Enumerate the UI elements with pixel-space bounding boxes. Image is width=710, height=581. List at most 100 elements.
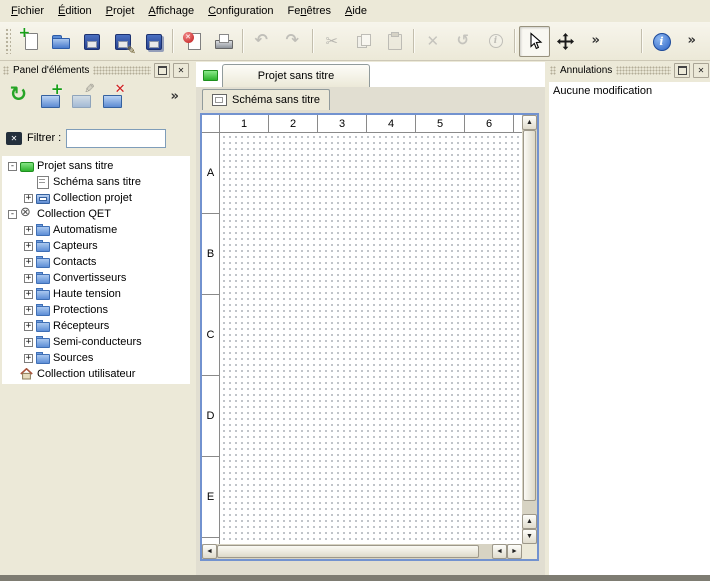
- print-button[interactable]: [208, 26, 239, 57]
- open-file-icon: [50, 31, 72, 51]
- print-icon: [213, 31, 235, 51]
- pan-mode-button[interactable]: [550, 26, 581, 57]
- schema-view: 123456 ABCDE ▲ ▲ ▼ ◄ ◄ ►: [200, 113, 539, 561]
- edit-element-button[interactable]: [66, 83, 97, 112]
- project-window-icon[interactable]: [203, 70, 218, 81]
- folder-icon: [36, 256, 50, 268]
- tree-item-convertisseurs[interactable]: +Convertisseurs: [2, 270, 190, 286]
- save-as-button[interactable]: ✎: [107, 26, 138, 57]
- project-window: Projet sans titre Schéma sans titre 1234…: [196, 61, 545, 575]
- tree-item-label: Projet sans titre: [37, 160, 113, 172]
- expand-icon[interactable]: +: [24, 290, 33, 299]
- menu-affichage[interactable]: Affichage: [141, 1, 201, 21]
- select-mode-button[interactable]: [519, 26, 550, 57]
- toolbar-grip[interactable]: [5, 28, 11, 54]
- vertical-scrollbar[interactable]: ▲ ▲ ▼: [522, 115, 537, 544]
- copy-button[interactable]: [348, 26, 379, 57]
- expand-icon[interactable]: +: [24, 258, 33, 267]
- clear-filter-icon[interactable]: [6, 132, 22, 145]
- about-qet-button[interactable]: [646, 26, 677, 57]
- menu-fichier[interactable]: Fichier: [4, 1, 51, 21]
- horizontal-scrollbar[interactable]: ◄ ◄ ►: [202, 544, 522, 559]
- menu-projet[interactable]: Projet: [99, 1, 142, 21]
- ruler-row-cell: D: [202, 376, 219, 457]
- close-file-button[interactable]: [177, 26, 208, 57]
- open-file-button[interactable]: [45, 26, 76, 57]
- cut-button[interactable]: [317, 26, 348, 57]
- undo-button[interactable]: [247, 26, 278, 57]
- tree-item-recepteurs[interactable]: +Récepteurs: [2, 318, 190, 334]
- schema-tab[interactable]: Schéma sans titre: [202, 89, 330, 110]
- expand-icon[interactable]: +: [24, 194, 33, 203]
- edit-element-icon: [69, 85, 95, 109]
- float-icon: [678, 66, 687, 75]
- tree-item-automatisme[interactable]: +Automatisme: [2, 222, 190, 238]
- float-panel-button[interactable]: [674, 63, 690, 78]
- expand-icon[interactable]: +: [24, 306, 33, 315]
- tree-item-sources[interactable]: + Sources: [2, 350, 190, 366]
- scroll-up-button[interactable]: ▲: [522, 514, 537, 529]
- tree-item-haute-tension[interactable]: +Haute tension: [2, 286, 190, 302]
- filter-input[interactable]: [66, 129, 166, 148]
- undo-list[interactable]: Aucune modification: [549, 82, 710, 575]
- scroll-up-button[interactable]: ▲: [522, 115, 537, 130]
- toolbar-overflow-button[interactable]: [677, 26, 708, 57]
- vertical-scroll-thumb[interactable]: [523, 130, 536, 501]
- horizontal-scroll-thumb[interactable]: [217, 545, 479, 558]
- menu-fenetres[interactable]: Fenêtres: [281, 1, 338, 21]
- collapse-icon[interactable]: -: [8, 210, 17, 219]
- scroll-left-button[interactable]: ◄: [202, 544, 217, 559]
- expand-icon[interactable]: +: [24, 322, 33, 331]
- new-file-button[interactable]: [14, 26, 45, 57]
- paste-icon: [384, 31, 406, 51]
- menu-edition[interactable]: Édition: [51, 1, 99, 21]
- rotate-button[interactable]: [449, 26, 480, 57]
- modes-overflow-button[interactable]: [581, 26, 612, 57]
- expand-icon[interactable]: +: [24, 338, 33, 347]
- menu-aide[interactable]: Aide: [338, 1, 374, 21]
- expand-icon[interactable]: +: [24, 354, 33, 363]
- expand-icon[interactable]: +: [24, 226, 33, 235]
- tree-item-collection-utilisateur[interactable]: Collection utilisateur: [2, 366, 190, 382]
- delete-element-icon: [100, 85, 126, 109]
- expand-icon[interactable]: +: [24, 242, 33, 251]
- tree-item-collection-projet[interactable]: + Collection projet: [2, 190, 190, 206]
- new-element-button[interactable]: [35, 83, 66, 112]
- reload-collections-button[interactable]: [4, 83, 35, 112]
- scroll-right-button[interactable]: ►: [507, 544, 522, 559]
- tree-item-projet-sans-titre[interactable]: - Projet sans titre: [2, 158, 190, 174]
- tree-item-collection-qet[interactable]: -Collection QET: [2, 206, 190, 222]
- filter-label: Filtrer :: [27, 132, 61, 144]
- undo-empty-state[interactable]: Aucune modification: [549, 82, 710, 100]
- elements-panel-header[interactable]: Panel d'éléments ✕: [3, 63, 189, 78]
- schema-canvas[interactable]: [221, 134, 522, 544]
- paste-button[interactable]: [379, 26, 410, 57]
- folder-icon: [36, 304, 50, 316]
- diagram-info-button[interactable]: [480, 26, 511, 57]
- tree-item-protections[interactable]: +Protections: [2, 302, 190, 318]
- close-panel-button[interactable]: ✕: [693, 63, 709, 78]
- tree-item-schema-sans-titre[interactable]: Schéma sans titre: [2, 174, 190, 190]
- undo-panel-header[interactable]: Annulations ✕: [550, 63, 709, 78]
- elements-overflow-button[interactable]: [159, 83, 190, 112]
- redo-button[interactable]: [278, 26, 309, 57]
- pan-mode-icon: [556, 32, 575, 51]
- delete-element-button[interactable]: [97, 83, 128, 112]
- tree-item-label: Sources: [53, 352, 93, 364]
- expand-icon[interactable]: +: [24, 274, 33, 283]
- float-panel-button[interactable]: [154, 63, 170, 78]
- tree-item-label: Collection projet: [53, 192, 132, 204]
- delete-button[interactable]: [418, 26, 449, 57]
- scroll-left-button[interactable]: ◄: [492, 544, 507, 559]
- close-panel-button[interactable]: ✕: [173, 63, 189, 78]
- save-all-button[interactable]: [138, 26, 169, 57]
- tree-item-contacts[interactable]: +Contacts: [2, 254, 190, 270]
- save-button[interactable]: [76, 26, 107, 57]
- scroll-down-button[interactable]: ▼: [522, 529, 537, 544]
- close-icon: ✕: [178, 67, 185, 75]
- tree-item-capteurs[interactable]: +Capteurs: [2, 238, 190, 254]
- project-tab[interactable]: Projet sans titre: [222, 64, 370, 87]
- collapse-icon[interactable]: -: [8, 162, 17, 171]
- tree-item-semi-conducteurs[interactable]: +Semi-conducteurs: [2, 334, 190, 350]
- menu-configuration[interactable]: Configuration: [201, 1, 280, 21]
